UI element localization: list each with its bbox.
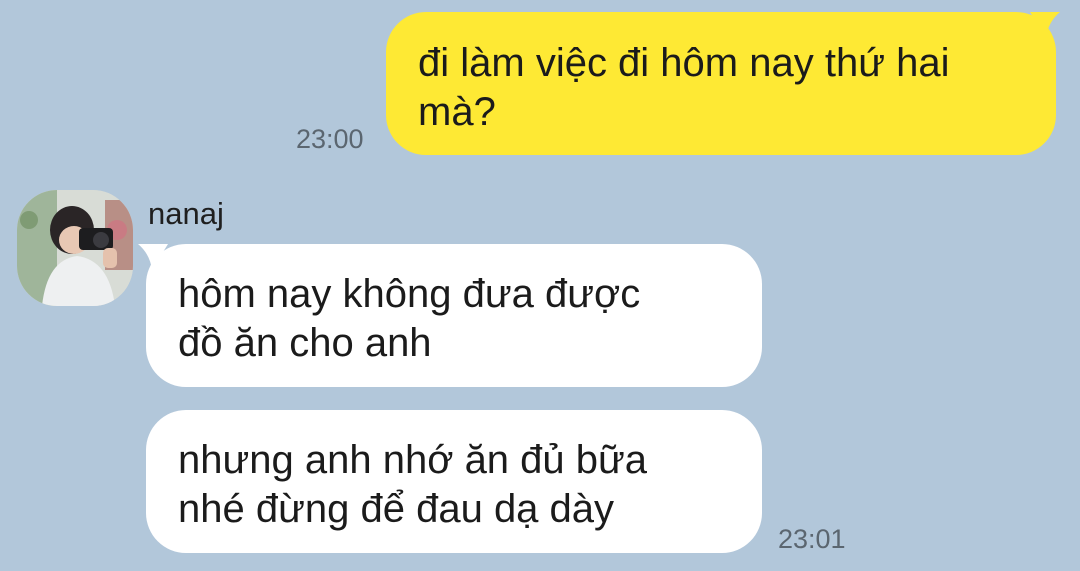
chat-area: đi làm việc đi hôm nay thứ hai mà? 23:00… bbox=[0, 0, 1080, 571]
outgoing-message-time: 23:00 bbox=[296, 124, 364, 154]
incoming-message-bubble[interactable]: nhưng anh nhớ ăn đủ bữa nhé đừng để đau … bbox=[146, 410, 762, 553]
incoming-message-time: 23:01 bbox=[778, 524, 846, 554]
avatar-photo-icon bbox=[17, 190, 133, 306]
sender-name: nanaj bbox=[148, 196, 224, 231]
outgoing-message-bubble[interactable]: đi làm việc đi hôm nay thứ hai mà? bbox=[386, 12, 1056, 155]
avatar[interactable] bbox=[17, 190, 133, 306]
incoming-message-bubble[interactable]: hôm nay không đưa được đồ ăn cho anh bbox=[146, 244, 762, 387]
